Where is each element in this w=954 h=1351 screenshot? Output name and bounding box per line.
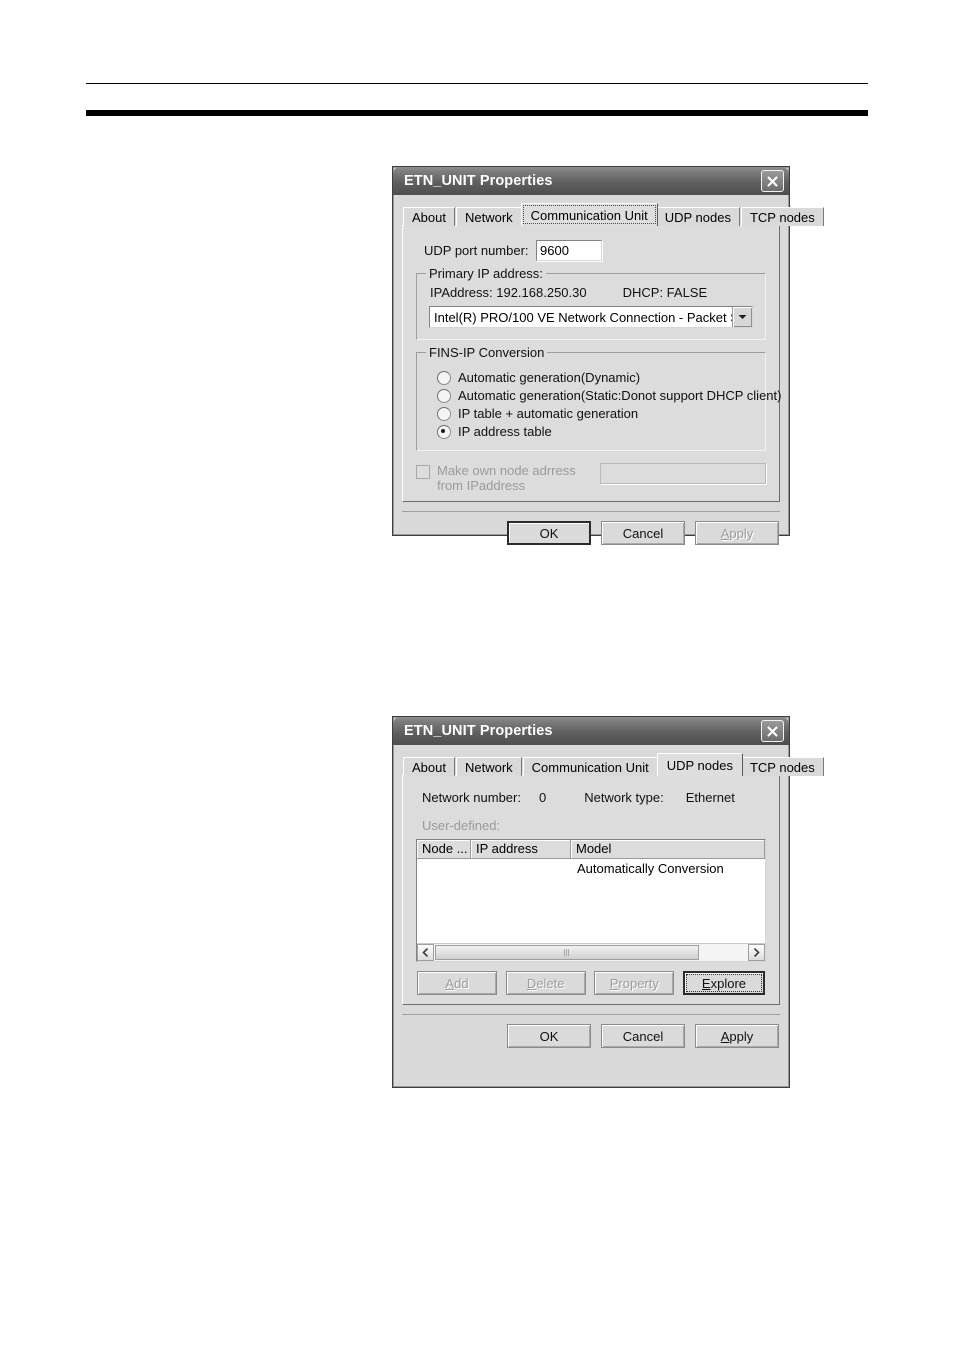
cancel-button[interactable]: Cancel <box>601 521 685 545</box>
ok-button[interactable]: OK <box>507 1024 591 1048</box>
cancel-button[interactable]: Cancel <box>601 1024 685 1048</box>
radio-ip-table-plus-automatic-generation[interactable]: IP table + automatic generation <box>437 406 755 421</box>
network-type-value: Ethernet <box>685 790 735 805</box>
scrollbar-track[interactable] <box>434 944 748 961</box>
fins-ip-group-title: FINS-IP Conversion <box>426 345 548 360</box>
primary-ip-info-row: IPAddress: 192.168.250.30 DHCP: FALSE <box>430 285 755 300</box>
dialog2-tabpage: Network number: 0 Network type: Ethernet… <box>402 775 780 1005</box>
make-own-node-address-row: Make own node adrress from IPaddress <box>416 463 766 493</box>
column-header-ip-address[interactable]: IP address <box>471 840 571 859</box>
radio-automatic-generation-dynamic[interactable]: Automatic generation(Dynamic) <box>437 370 755 385</box>
ok-button[interactable]: OK <box>507 521 591 545</box>
radio-label: Automatic generation(Static:Donot suppor… <box>458 388 782 403</box>
radio-label: Automatic generation(Dynamic) <box>458 370 641 385</box>
radio-label: IP table + automatic generation <box>458 406 639 421</box>
network-number-value: 0 <box>538 790 547 805</box>
add-button-label: Add <box>445 975 469 991</box>
scrollbar-grip-icon <box>563 949 570 956</box>
property-button-label: Property <box>609 975 659 991</box>
tab-udp-nodes[interactable]: UDP nodes <box>656 753 743 776</box>
etn-unit-properties-dialog-2: ETN_UNIT Properties About Network Commun… <box>392 716 824 1088</box>
apply-button: Apply <box>695 521 779 545</box>
listview-header-row: Node ... IP address Model <box>417 840 765 859</box>
radio-indicator <box>437 388 451 403</box>
table-row[interactable]: Automatically Conversion <box>577 861 724 876</box>
user-defined-label: User-defined: <box>422 818 501 833</box>
tab-udp-nodes[interactable]: UDP nodes <box>655 207 740 226</box>
column-header-model[interactable]: Model <box>571 840 765 859</box>
chevron-left-icon[interactable] <box>417 944 434 961</box>
apply-button[interactable]: Apply <box>695 1024 779 1048</box>
tab-tcp-nodes[interactable]: TCP nodes <box>740 207 824 226</box>
dialog2-title: ETN_UNIT Properties <box>404 723 553 739</box>
header-rule-thin <box>86 83 868 84</box>
radio-ip-address-table[interactable]: IP address table <box>437 424 755 439</box>
column-header-node[interactable]: Node ... <box>417 840 471 859</box>
dialog1-footer: OK Cancel Apply <box>402 511 780 545</box>
tab-network[interactable]: Network <box>455 207 522 226</box>
radio-indicator <box>437 424 451 439</box>
primary-ip-group-title: Primary IP address: <box>426 266 546 281</box>
nodes-listview[interactable]: Node ... IP address Model Automatically … <box>416 839 766 962</box>
etn-unit-properties-dialog-1: ETN_UNIT Properties About Network Commun… <box>392 166 824 545</box>
radio-label: IP address table <box>458 424 552 439</box>
radio-indicator <box>437 370 451 385</box>
make-own-node-address-label: Make own node adrress from IPaddress <box>437 463 576 493</box>
dialog2-titlebar[interactable]: ETN_UNIT Properties <box>393 717 789 745</box>
explore-button-label: Explore <box>701 975 747 991</box>
dialog2-footer: OK Cancel Apply <box>402 1014 780 1048</box>
ip-address-label: IPAddress: 192.168.250.30 <box>430 285 587 300</box>
make-own-node-address-checkbox[interactable] <box>416 465 430 479</box>
tab-communication-unit[interactable]: Communication Unit <box>520 203 658 226</box>
dialog1-titlebar[interactable]: ETN_UNIT Properties <box>393 167 789 195</box>
header-rule-thick <box>86 110 868 116</box>
fins-ip-conversion-groupbox: FINS-IP Conversion Automatic generation(… <box>416 345 781 451</box>
network-adapter-combo[interactable]: Intel(R) PRO/100 VE Network Connection -… <box>429 306 753 328</box>
dialog1-tabpage: UDP port number: Primary IP address: IPA… <box>402 225 781 502</box>
radio-automatic-generation-static[interactable]: Automatic generation(Static:Donot suppor… <box>437 388 781 403</box>
tab-tcp-nodes[interactable]: TCP nodes <box>740 757 824 776</box>
dhcp-label: DHCP: FALSE <box>622 285 708 300</box>
network-adapter-value: Intel(R) PRO/100 VE Network Connection -… <box>434 310 732 325</box>
scrollbar-thumb[interactable] <box>435 945 699 960</box>
radio-indicator <box>437 406 451 421</box>
close-icon[interactable] <box>761 720 784 742</box>
close-icon[interactable] <box>761 170 784 192</box>
network-type-label: Network type: <box>584 790 664 805</box>
tab-about[interactable]: About <box>403 757 455 776</box>
chevron-down-icon[interactable] <box>732 307 752 327</box>
dialog1-title: ETN_UNIT Properties <box>404 173 553 189</box>
tab-communication-unit[interactable]: Communication Unit <box>522 757 658 776</box>
property-button: Property <box>594 971 675 995</box>
udp-port-input[interactable] <box>536 240 602 261</box>
add-button: Add <box>417 971 497 995</box>
udp-port-label: UDP port number: <box>424 243 529 258</box>
delete-button-label: Delete <box>526 975 565 991</box>
chevron-right-icon[interactable] <box>748 944 765 961</box>
tab-network[interactable]: Network <box>455 757 522 776</box>
listview-action-buttons: Add Delete Property Explore <box>416 971 766 995</box>
primary-ip-groupbox: Primary IP address: IPAddress: 192.168.2… <box>416 266 766 340</box>
dialog2-body: About Network Communication Unit UDP nod… <box>393 745 824 1057</box>
network-number-label: Network number: <box>422 790 521 805</box>
explore-button[interactable]: Explore <box>682 971 765 995</box>
listview-body: Automatically Conversion <box>417 859 765 943</box>
udp-port-row: UDP port number: <box>424 240 766 261</box>
delete-button: Delete <box>505 971 586 995</box>
tab-about[interactable]: About <box>403 207 455 226</box>
dialog2-tabstrip: About Network Communication Unit UDP nod… <box>402 753 824 776</box>
horizontal-scrollbar[interactable] <box>417 943 765 961</box>
dialog1-tabstrip: About Network Communication Unit UDP nod… <box>402 203 824 226</box>
make-own-node-address-input[interactable] <box>600 463 766 484</box>
dialog1-body: About Network Communication Unit UDP nod… <box>393 195 824 554</box>
network-info-row: Network number: 0 Network type: Ethernet <box>422 790 766 805</box>
